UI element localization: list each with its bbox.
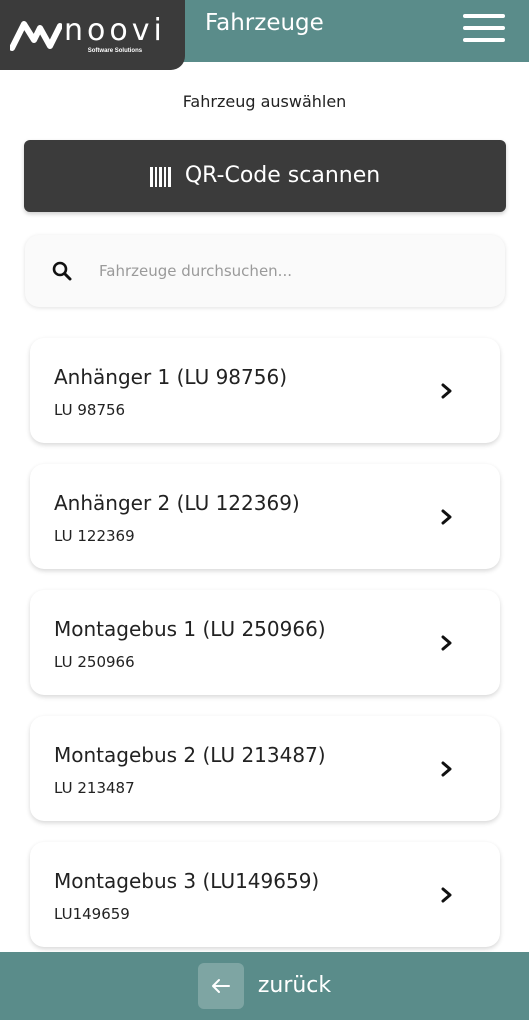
chevron-right-icon <box>441 383 452 399</box>
arrow-left-icon <box>197 963 244 1009</box>
footer-bar: zurück <box>0 952 529 1020</box>
vehicle-item-anhaenger-2[interactable]: Anhänger 2 (LU 122369) LU 122369 <box>30 464 500 569</box>
chevron-right-icon <box>441 509 452 525</box>
vehicle-plate: LU 213487 <box>54 779 135 797</box>
hamburger-menu-icon[interactable] <box>463 14 507 46</box>
logo-text-group: noovi Software Solutions <box>64 12 166 55</box>
search-input[interactable] <box>99 262 459 280</box>
vehicle-item-anhaenger-1[interactable]: Anhänger 1 (LU 98756) LU 98756 <box>30 338 500 443</box>
vehicle-item-montagebus-1[interactable]: Montagebus 1 (LU 250966) LU 250966 <box>30 590 500 695</box>
noovi-logo[interactable]: noovi Software Solutions <box>0 0 185 70</box>
page-subtitle: Fahrzeug auswählen <box>182 92 347 111</box>
barcode-icon <box>149 165 173 187</box>
back-label: zurück <box>257 973 332 998</box>
vehicle-name: Anhänger 1 (LU 98756) <box>54 365 287 389</box>
qr-scan-label: QR-Code scannen <box>184 163 381 188</box>
vehicle-name: Montagebus 3 (LU149659) <box>54 869 320 893</box>
qr-scan-button[interactable]: QR-Code scannen <box>24 140 506 212</box>
search-icon <box>52 261 72 281</box>
vehicle-list: Anhänger 1 (LU 98756) LU 98756 Anhänger … <box>30 338 500 968</box>
vehicle-item-montagebus-2[interactable]: Montagebus 2 (LU 213487) LU 213487 <box>30 716 500 821</box>
chevron-right-icon <box>441 761 452 777</box>
vehicle-name: Anhänger 2 (LU 122369) <box>54 491 300 515</box>
vehicle-plate: LU 98756 <box>54 401 126 419</box>
back-button[interactable]: zurück <box>197 963 332 1009</box>
logo-subtitle: Software Solutions <box>87 47 143 54</box>
chevron-right-icon <box>441 635 452 651</box>
app-header: noovi Software Solutions Fahrzeuge <box>0 0 529 70</box>
vehicle-plate: LU149659 <box>54 905 130 923</box>
chevron-right-icon <box>441 887 452 903</box>
vehicle-plate: LU 122369 <box>54 527 135 545</box>
vehicle-name: Montagebus 2 (LU 213487) <box>54 743 326 767</box>
app: noovi Software Solutions Fahrzeuge Fahrz… <box>0 0 529 1020</box>
logo-text: noovi <box>64 12 166 48</box>
search-box[interactable] <box>25 235 505 307</box>
vehicle-name: Montagebus 1 (LU 250966) <box>54 617 326 641</box>
page-title: Fahrzeuge <box>205 10 324 36</box>
vehicle-plate: LU 250966 <box>54 653 135 671</box>
noovi-logo-mark-icon <box>10 21 62 51</box>
vehicle-item-montagebus-3[interactable]: Montagebus 3 (LU149659) LU149659 <box>30 842 500 947</box>
